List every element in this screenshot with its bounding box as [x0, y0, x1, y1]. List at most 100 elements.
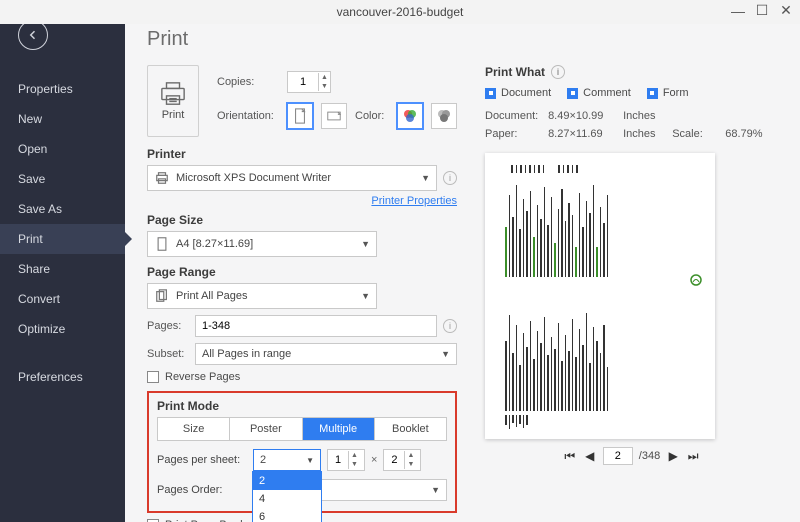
- pps-option-4[interactable]: 4: [253, 490, 321, 508]
- sidebar-item-save[interactable]: Save: [0, 164, 125, 194]
- pages-info-icon[interactable]: i: [443, 319, 457, 333]
- pages-order-label: Pages Order:: [157, 484, 247, 496]
- main-panel: Print Print: [125, 0, 800, 522]
- printer-value: Microsoft XPS Document Writer: [176, 172, 415, 184]
- printer-info-icon[interactable]: i: [443, 171, 457, 185]
- page-size-value: A4 [8.27×11.69]: [176, 238, 355, 250]
- dim-document-unit: Inches: [623, 107, 669, 125]
- print-tile-label: Print: [162, 109, 185, 121]
- pages-per-sheet-dropdown[interactable]: 2 ▼: [253, 449, 321, 471]
- print-what-label: Print What: [485, 65, 545, 79]
- orientation-portrait-button[interactable]: [287, 103, 313, 129]
- color-color-button[interactable]: [397, 103, 423, 129]
- pages-per-sheet-options: 2 4 6 9 16 Custom...: [252, 471, 322, 522]
- sidebar-item-optimize[interactable]: Optimize: [0, 314, 125, 344]
- pager-next-button[interactable]: ▶: [666, 449, 680, 463]
- pages-icon: [154, 289, 170, 303]
- print-button[interactable]: Print: [147, 65, 199, 137]
- back-button[interactable]: [18, 20, 48, 50]
- chevron-down-icon: ▼: [421, 173, 430, 183]
- minimize-icon[interactable]: ―: [730, 3, 746, 19]
- close-icon[interactable]: ✕: [778, 2, 794, 19]
- print-mode-tab-booklet[interactable]: Booklet: [375, 418, 446, 440]
- print-mode-group: Print Mode Size Poster Multiple Booklet …: [147, 391, 457, 513]
- dim-paper-key: Paper:: [485, 125, 545, 143]
- logo-icon: [689, 273, 703, 287]
- dim-scale-value: 68.79%: [725, 125, 762, 143]
- print-what-comment-checkbox[interactable]: Comment: [567, 87, 631, 99]
- sidebar-item-new[interactable]: New: [0, 104, 125, 134]
- copies-stepper[interactable]: ▲▼: [287, 71, 331, 93]
- gray-swatch-icon: [436, 108, 452, 124]
- sidebar-item-share[interactable]: Share: [0, 254, 125, 284]
- page-range-label: Page Range: [147, 265, 457, 279]
- page-size-label: Page Size: [147, 213, 457, 227]
- pages-per-sheet-label: Pages per sheet:: [157, 454, 247, 466]
- pps-cols-input[interactable]: [328, 453, 348, 467]
- printer-icon: [158, 81, 188, 107]
- print-what-form-label: Form: [663, 87, 689, 99]
- pps-option-2[interactable]: 2: [253, 472, 321, 490]
- chevron-down-icon: ▼: [441, 349, 450, 359]
- printer-section-label: Printer: [147, 147, 457, 161]
- print-mode-label: Print Mode: [157, 399, 447, 413]
- sidebar-item-convert[interactable]: Convert: [0, 284, 125, 314]
- print-mode-tab-size[interactable]: Size: [158, 418, 230, 440]
- pps-cols-stepper[interactable]: ▲▼: [327, 449, 365, 471]
- subset-value: All Pages in range: [202, 348, 435, 360]
- pager-total: /348: [639, 450, 660, 462]
- chevron-down-icon: ▼: [306, 456, 314, 465]
- sidebar-item-print[interactable]: Print: [0, 224, 125, 254]
- print-mode-tab-multiple[interactable]: Multiple: [303, 418, 375, 440]
- pager-input[interactable]: [603, 447, 633, 465]
- print-mode-tab-poster[interactable]: Poster: [230, 418, 302, 440]
- pages-label: Pages:: [147, 320, 189, 332]
- color-label: Color:: [355, 110, 389, 122]
- pages-input[interactable]: [195, 315, 437, 337]
- sidebar-item-save-as[interactable]: Save As: [0, 194, 125, 224]
- print-what-document-checkbox[interactable]: Document: [485, 87, 551, 99]
- pps-option-6[interactable]: 6: [253, 508, 321, 522]
- pager-first-button[interactable]: ⏮: [563, 449, 577, 464]
- print-what-comment-label: Comment: [583, 87, 631, 99]
- copies-input[interactable]: [288, 75, 318, 89]
- page-range-dropdown[interactable]: Print All Pages ▼: [147, 283, 377, 309]
- pps-rows-input[interactable]: [384, 453, 404, 467]
- pps-rows-stepper[interactable]: ▲▼: [383, 449, 421, 471]
- dimension-readout: Document: 8.49×10.99 Inches Paper: 8.27×…: [485, 107, 778, 143]
- page-range-value: Print All Pages: [176, 290, 355, 302]
- print-what-document-label: Document: [501, 87, 551, 99]
- pages-per-sheet-value: 2: [260, 454, 266, 466]
- print-what-form-checkbox[interactable]: Form: [647, 87, 689, 99]
- printer-properties-link[interactable]: Printer Properties: [147, 195, 457, 207]
- chevron-down-icon: ▼: [361, 239, 370, 249]
- orientation-label: Orientation:: [217, 110, 279, 122]
- dim-paper-unit: Inches: [623, 125, 669, 143]
- chevron-down-icon: ▼: [431, 485, 440, 495]
- pps-multiply-icon: ×: [371, 454, 377, 466]
- pager-last-button[interactable]: ⏭: [686, 449, 700, 464]
- sidebar: Properties New Open Save Save As Print S…: [0, 0, 125, 522]
- page-size-dropdown[interactable]: A4 [8.27×11.69] ▼: [147, 231, 377, 257]
- sidebar-item-properties[interactable]: Properties: [0, 74, 125, 104]
- sidebar-item-preferences[interactable]: Preferences: [0, 362, 125, 392]
- print-what-info-icon[interactable]: i: [551, 65, 565, 79]
- page-icon: [154, 237, 170, 251]
- dim-paper-size: 8.27×11.69: [548, 125, 620, 143]
- maximize-icon[interactable]: ☐: [754, 2, 770, 19]
- color-gray-button[interactable]: [431, 103, 457, 129]
- printer-icon: [154, 171, 170, 185]
- print-preview: [485, 153, 715, 439]
- dim-document-size: 8.49×10.99: [548, 107, 620, 125]
- sidebar-item-open[interactable]: Open: [0, 134, 125, 164]
- pager-prev-button[interactable]: ◀: [583, 449, 597, 463]
- orientation-landscape-button[interactable]: [321, 103, 347, 129]
- dim-scale-key: Scale:: [672, 125, 722, 143]
- printer-dropdown[interactable]: Microsoft XPS Document Writer ▼: [147, 165, 437, 191]
- title-bar: vancouver-2016-budget ― ☐ ✕: [0, 0, 800, 24]
- copies-label: Copies:: [217, 76, 279, 88]
- page-heading: Print: [147, 28, 778, 51]
- color-swatch-icon: [402, 108, 418, 124]
- subset-dropdown[interactable]: All Pages in range ▼: [195, 343, 457, 365]
- reverse-pages-checkbox[interactable]: Reverse Pages: [147, 371, 457, 383]
